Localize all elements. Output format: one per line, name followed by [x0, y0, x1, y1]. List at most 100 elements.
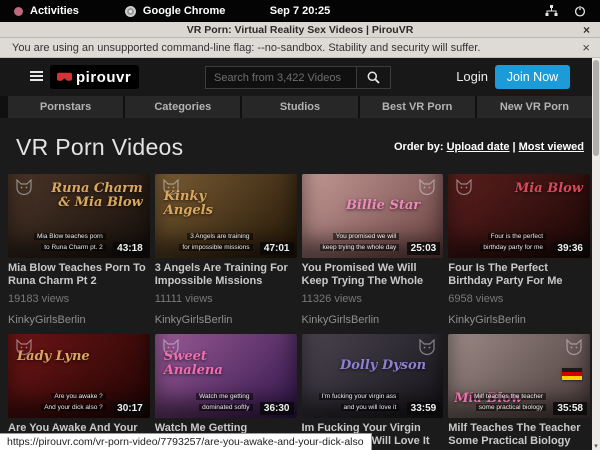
video-thumbnail[interactable]: Mia Blow Four is the perfectbirthday part… — [448, 174, 590, 258]
site-header: pirouvr Login Join Now — [0, 58, 600, 96]
site-logo[interactable]: pirouvr — [50, 65, 139, 89]
activities-indicator-icon — [14, 7, 23, 16]
studio-link[interactable]: KinkyGirlsBerlin — [8, 314, 150, 326]
video-thumbnail[interactable]: Billie Star You promised we willkeep tryi… — [302, 174, 444, 258]
nav-item-categories[interactable]: Categories — [125, 96, 240, 118]
page-title: VR Porn Videos — [16, 134, 183, 161]
nav-item-studios[interactable]: Studios — [242, 96, 357, 118]
video-card[interactable]: Runa Charm & Mia BlowMia Blow teaches po… — [8, 174, 150, 326]
video-views: 11111 views — [155, 293, 297, 305]
video-thumbnail[interactable]: Dolly Dyson I'm fucking your virgin assan… — [302, 334, 444, 418]
performer-name-overlay: Sweet Analena — [164, 350, 247, 379]
studio-watermark — [564, 339, 584, 361]
studio-cat-logo-icon — [417, 179, 437, 196]
scroll-down-icon[interactable]: ▾ — [592, 442, 600, 450]
scrollbar-thumb[interactable] — [593, 60, 599, 156]
system-clock[interactable]: Sep 7 20:25 — [270, 5, 331, 17]
order-by: Order by: Upload date|Most viewed — [394, 141, 584, 153]
thumbnail-caption: I'm fucking your virgin assand you will … — [308, 392, 400, 413]
video-thumbnail[interactable]: Lady Lyne Are you awake ?And your dick al… — [8, 334, 150, 418]
focused-app-menu[interactable]: Google Chrome — [143, 5, 226, 17]
join-now-button[interactable]: Join Now — [495, 65, 570, 89]
network-icon — [545, 5, 558, 17]
german-flag-icon — [562, 368, 582, 380]
login-link[interactable]: Login — [456, 69, 488, 84]
video-thumbnail[interactable]: Mia BlowMilf teaches the teachersome pra… — [448, 334, 590, 418]
video-grid: Runa Charm & Mia BlowMia Blow teaches po… — [0, 174, 600, 450]
studio-watermark — [417, 179, 437, 201]
video-title[interactable]: Milf Teaches The Teacher Some Practical … — [448, 422, 590, 448]
search-button[interactable] — [357, 66, 391, 89]
menu-icon[interactable] — [30, 71, 43, 83]
duration-badge: 36:30 — [260, 402, 294, 415]
infobar-message: You are using an unsupported command-lin… — [12, 42, 480, 54]
studio-cat-logo-icon — [417, 339, 437, 356]
chrome-icon — [125, 6, 136, 17]
video-card[interactable]: Billie Star You promised we willkeep tryi… — [302, 174, 444, 326]
thumbnail-caption: You promised we willkeep trying the whol… — [308, 232, 400, 253]
power-icon[interactable] — [574, 5, 586, 17]
performer-name-overlay: Dolly Dyson — [330, 359, 436, 373]
nav-item-pornstars[interactable]: Pornstars — [8, 96, 123, 118]
video-thumbnail[interactable]: Runa Charm & Mia BlowMia Blow teaches po… — [8, 174, 150, 258]
video-views: 6958 views — [448, 293, 590, 305]
video-views: 19183 views — [8, 293, 150, 305]
performer-name-overlay: Billie Star — [330, 199, 436, 213]
studio-link[interactable]: KinkyGirlsBerlin — [448, 314, 590, 326]
video-title[interactable]: You Promised We Will Keep Trying The Who… — [302, 262, 444, 288]
heading-row: VR Porn Videos Order by: Upload date|Mos… — [16, 133, 584, 161]
studio-watermark — [14, 179, 34, 201]
logo-text: pirouvr — [76, 69, 131, 86]
video-card[interactable]: Kinky Angels 3 Angels are trainingfor imp… — [155, 174, 297, 326]
scrollbar[interactable]: ▾ — [592, 58, 600, 450]
search-input[interactable] — [205, 66, 357, 89]
status-url: https://pirouvr.com/vr-porn-video/779325… — [0, 433, 372, 450]
chrome-infobar: You are using an unsupported command-lin… — [0, 38, 600, 58]
thumbnail-caption: Milf teaches the teachersome practical b… — [454, 392, 546, 413]
activities-button[interactable]: Activities — [30, 5, 79, 17]
video-thumbnail[interactable]: Sweet AnalenaWatch me gettingdominated s… — [155, 334, 297, 418]
video-title[interactable]: 3 Angels Are Training For Impossible Mis… — [155, 262, 297, 288]
order-upload-date-link[interactable]: Upload date — [447, 141, 510, 153]
video-views: 11326 views — [302, 293, 444, 305]
order-by-label: Order by: — [394, 141, 444, 153]
performer-name-overlay: Lady Lyne — [17, 350, 100, 364]
tab-title: VR Porn: Virtual Reality Sex Videos | Pi… — [187, 24, 414, 36]
thumbnail-caption: Are you awake ?And your dick also ? — [14, 392, 106, 413]
studio-link[interactable]: KinkyGirlsBerlin — [302, 314, 444, 326]
nav-item-best-vr-porn[interactable]: Best VR Porn — [360, 96, 475, 118]
thumbnail-caption: Four is the perfectbirthday party for me — [454, 232, 546, 253]
status-url-text: https://pirouvr.com/vr-porn-video/779325… — [7, 436, 364, 448]
performer-name-overlay: Kinky Angels — [164, 190, 247, 219]
video-title[interactable]: Four Is The Perfect Birthday Party For M… — [448, 262, 590, 288]
video-card[interactable]: Mia BlowMilf teaches the teachersome pra… — [448, 334, 590, 450]
performer-name-overlay: Mia Blow — [488, 182, 583, 196]
page-viewport: pirouvr Login Join Now PornstarsCategori… — [0, 58, 600, 450]
order-most-viewed-link[interactable]: Most viewed — [519, 141, 584, 153]
search-icon — [367, 71, 380, 84]
nav-item-new-vr-porn[interactable]: New VR Porn — [477, 96, 592, 118]
video-card[interactable]: Mia Blow Four is the perfectbirthday part… — [448, 174, 590, 326]
video-thumbnail[interactable]: Kinky Angels 3 Angels are trainingfor imp… — [155, 174, 297, 258]
duration-badge: 30:17 — [113, 402, 147, 415]
vr-headset-icon — [56, 72, 73, 82]
duration-badge: 39:36 — [553, 242, 587, 255]
duration-badge: 43:18 — [113, 242, 147, 255]
performer-name-overlay: Runa Charm & Mia Blow — [48, 182, 143, 211]
studio-cat-logo-icon — [564, 339, 584, 356]
duration-badge: 25:03 — [407, 242, 441, 255]
duration-badge: 47:01 — [260, 242, 294, 255]
thumbnail-caption: 3 Angels are trainingfor impossible miss… — [161, 232, 253, 253]
duration-badge: 35:58 — [553, 402, 587, 415]
studio-cat-logo-icon — [14, 179, 34, 196]
search-bar — [205, 66, 391, 89]
main-nav: PornstarsCategoriesStudiosBest VR PornNe… — [0, 96, 600, 118]
video-title[interactable]: Mia Blow Teaches Porn To Runa Charm Pt 2 — [8, 262, 150, 288]
studio-link[interactable]: KinkyGirlsBerlin — [155, 314, 297, 326]
studio-cat-logo-icon — [454, 179, 474, 196]
order-separator: | — [513, 141, 516, 153]
close-tab-icon[interactable]: × — [583, 23, 590, 37]
system-top-bar: Activities Google Chrome Sep 7 20:25 — [0, 0, 600, 22]
browser-title-bar: VR Porn: Virtual Reality Sex Videos | Pi… — [0, 22, 600, 38]
infobar-close-icon[interactable]: × — [582, 40, 590, 55]
